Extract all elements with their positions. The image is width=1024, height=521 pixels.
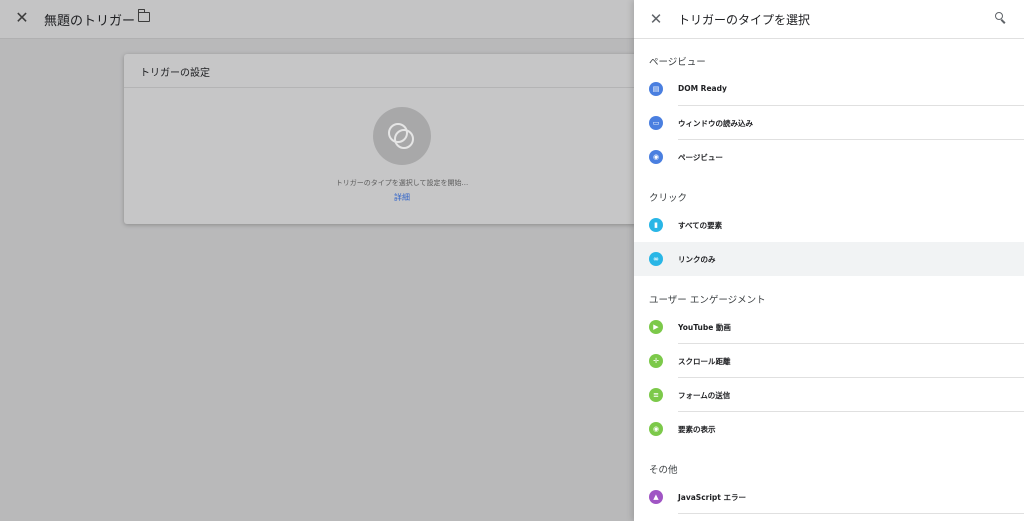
eye-icon: ◉ <box>649 422 663 436</box>
trigger-name[interactable]: 無題のトリガー <box>44 10 135 29</box>
trigger-item-scroll-depth[interactable]: ✛ スクロール距離 <box>634 344 1024 378</box>
trigger-config-card: トリガーの設定 トリガーのタイプを選択して設定を開始... 詳細 <box>124 54 644 224</box>
trigger-item-javascript-error[interactable]: ▲ JavaScript エラー <box>634 480 1024 514</box>
trigger-item-links-only[interactable]: ∞ リンクのみ <box>634 242 1024 276</box>
section-title-click: クリック <box>649 193 688 204</box>
mouse-icon: ▮ <box>649 218 663 232</box>
detail-link[interactable]: 詳細 <box>124 192 680 203</box>
trigger-type-placeholder-icon[interactable] <box>373 107 431 165</box>
trigger-item-label: ウィンドウの読み込み <box>678 119 753 128</box>
trigger-item-label: 要素の表示 <box>678 425 716 434</box>
folder-icon[interactable] <box>137 9 150 22</box>
search-icon[interactable] <box>995 12 1006 24</box>
close-icon[interactable]: ✕ <box>14 10 30 26</box>
trigger-item-all-elements[interactable]: ▮ すべての要素 <box>634 208 1024 242</box>
document-icon: ▤ <box>649 82 663 96</box>
link-icon: ∞ <box>649 252 663 266</box>
trigger-item-element-visibility[interactable]: ◉ 要素の表示 <box>634 412 1024 446</box>
trigger-item-label: DOM Ready <box>678 84 727 93</box>
section-title-other: その他 <box>649 465 678 476</box>
eye-icon: ◉ <box>649 150 663 164</box>
trigger-item-label: リンクのみ <box>678 255 716 264</box>
section-title-pageview: ページビュー <box>649 57 706 68</box>
card-title: トリガーの設定 <box>140 68 210 79</box>
panel-header: ✕ トリガーのタイプを選択 <box>634 0 1024 39</box>
panel-title: トリガーのタイプを選択 <box>678 13 811 27</box>
close-icon[interactable]: ✕ <box>648 11 664 27</box>
move-icon: ✛ <box>649 354 663 368</box>
divider <box>124 87 644 88</box>
trigger-hint-text: トリガーのタイプを選択して設定を開始... <box>335 179 469 187</box>
warning-icon: ▲ <box>649 490 663 504</box>
trigger-item-label: ページビュー <box>678 153 723 162</box>
trigger-item-label: スクロール距離 <box>678 357 731 366</box>
trigger-item-pageview[interactable]: ◉ ページビュー <box>634 140 1024 174</box>
form-icon: ≡ <box>649 388 663 402</box>
trigger-item-form-submission[interactable]: ≡ フォームの送信 <box>634 378 1024 412</box>
trigger-item-label: すべての要素 <box>678 221 723 230</box>
trigger-item-label: フォームの送信 <box>678 391 731 400</box>
play-icon: ▶ <box>649 320 663 334</box>
trigger-item-dom-ready[interactable]: ▤ DOM Ready <box>634 72 1024 106</box>
window-icon: ▭ <box>649 116 663 130</box>
trigger-item-label: YouTube 動画 <box>678 323 731 332</box>
trigger-item-label: JavaScript エラー <box>678 493 746 502</box>
trigger-type-panel: ✕ トリガーのタイプを選択 ページビュー ▤ DOM Ready ▭ ウィンドウ… <box>634 0 1024 521</box>
trigger-item-youtube-video[interactable]: ▶ YouTube 動画 <box>634 310 1024 344</box>
trigger-item-window-loaded[interactable]: ▭ ウィンドウの読み込み <box>634 106 1024 140</box>
section-title-user-engagement: ユーザー エンゲージメント <box>649 295 766 306</box>
